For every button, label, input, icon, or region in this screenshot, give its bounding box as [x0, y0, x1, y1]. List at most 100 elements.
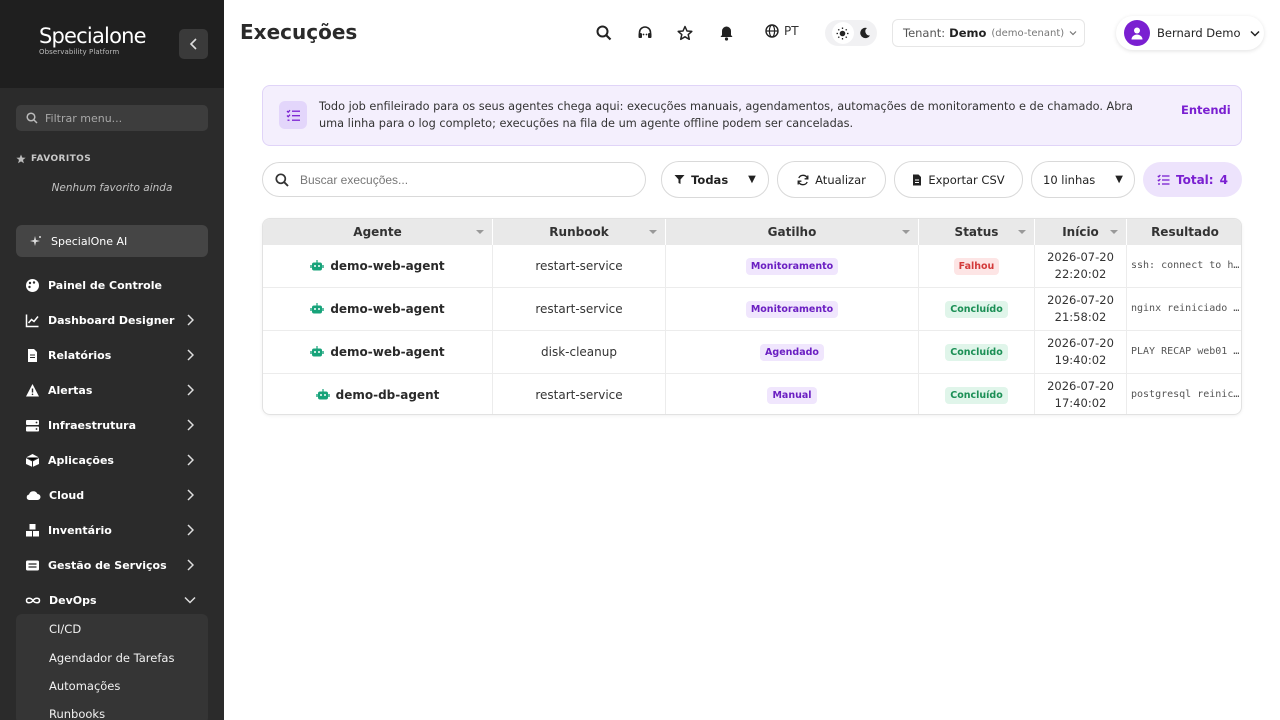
table-row[interactable]: demo-db-agent restart-service Manual Con… — [263, 374, 1241, 414]
chevron-right-icon — [187, 524, 194, 536]
robot-icon — [310, 346, 325, 357]
sort-caret-icon[interactable] — [649, 230, 657, 234]
caret-down-icon: ▼ — [748, 174, 756, 185]
tenant-id: (demo-tenant) — [991, 27, 1065, 39]
menu-filter-input[interactable]: Filtrar menu... — [16, 105, 208, 131]
sidebar-item-infraestrutura[interactable]: Infraestrutura — [0, 408, 224, 443]
globe-icon — [765, 24, 779, 38]
executions-search[interactable] — [262, 162, 646, 197]
start-date: 2026-07-20 — [1047, 336, 1114, 350]
sidebar-item-label: Aplicações — [48, 454, 114, 467]
chevron-right-icon — [187, 419, 194, 431]
sidebar-item-label: Dashboard Designer — [48, 314, 175, 327]
bell-icon — [720, 26, 732, 41]
language-selector[interactable]: PT — [765, 24, 799, 38]
status-cell: Falhou — [919, 245, 1035, 287]
search-icon — [26, 112, 38, 124]
tenant-selector[interactable]: Tenant: Demo (demo-tenant) — [892, 19, 1085, 47]
refresh-button[interactable]: Atualizar — [777, 161, 886, 198]
search-button[interactable] — [594, 23, 614, 43]
rows-label: 10 linhas — [1043, 172, 1096, 187]
notifications-button[interactable] — [716, 23, 736, 43]
info-banner: Todo job enfileirado para os seus agente… — [262, 85, 1242, 146]
theme-toggle[interactable] — [825, 20, 877, 46]
table-row[interactable]: demo-web-agent disk-cleanup Agendado Con… — [263, 331, 1241, 374]
sidebar-header: Specialone Observability Platform — [0, 0, 224, 88]
support-button[interactable] — [635, 23, 655, 43]
sidebar-item-label: Alertas — [48, 384, 93, 397]
sort-caret-icon[interactable] — [902, 230, 910, 234]
infinity-icon — [25, 597, 41, 604]
chevron-right-icon — [187, 489, 194, 501]
table-row[interactable]: demo-web-agent restart-service Monitoram… — [263, 288, 1241, 331]
sidebar-item-devops[interactable]: DevOps — [0, 583, 224, 618]
submenu-item-automacoes[interactable]: Automações — [49, 679, 120, 693]
dark-mode-button[interactable] — [859, 24, 871, 43]
column-header-trigger[interactable]: Gatilho — [666, 219, 919, 245]
light-mode-button[interactable] — [831, 22, 854, 44]
column-header-start[interactable]: Início — [1035, 219, 1127, 245]
boxes-icon — [26, 524, 39, 537]
sort-caret-icon[interactable] — [476, 230, 484, 234]
sidebar: Specialone Observability Platform Filtra… — [0, 0, 224, 720]
search-input[interactable] — [300, 172, 620, 187]
sidebar-item-gestao-servicos[interactable]: Gestão de Serviços — [0, 548, 224, 583]
start-date: 2026-07-20 — [1047, 379, 1114, 393]
chart-line-icon — [25, 314, 39, 328]
table-row[interactable]: demo-web-agent restart-service Monitoram… — [263, 245, 1241, 288]
cloud-icon — [26, 491, 41, 500]
column-header-status[interactable]: Status — [919, 219, 1035, 245]
sidebar-item-dashboard-designer[interactable]: Dashboard Designer — [0, 303, 224, 338]
export-csv-button[interactable]: Exportar CSV — [894, 161, 1023, 198]
page-title: Execuções — [240, 20, 358, 44]
total-count-badge: Total: 4 — [1143, 162, 1242, 197]
sidebar-item-cloud[interactable]: Cloud — [0, 478, 224, 513]
submenu-item-agendador[interactable]: Agendador de Tarefas — [49, 651, 174, 665]
headset-icon — [638, 26, 652, 38]
collapse-sidebar-button[interactable] — [179, 29, 208, 59]
filter-icon — [674, 175, 685, 184]
status-cell: Concluído — [919, 288, 1035, 330]
user-menu[interactable]: Bernard Demo — [1116, 16, 1264, 50]
sort-caret-icon[interactable] — [1018, 230, 1026, 234]
top-header: Execuções PT Tenant: Demo (demo-tenant) … — [224, 0, 1280, 66]
sidebar-nav: Painel de Controle Dashboard Designer Re… — [0, 268, 224, 618]
robot-icon — [315, 389, 330, 400]
agent-name: demo-web-agent — [330, 259, 445, 273]
status-filter-dropdown[interactable]: Todas ▼ — [661, 161, 769, 198]
submenu-item-runbooks[interactable]: Runbooks — [49, 707, 105, 720]
language-label: PT — [784, 24, 799, 38]
star-icon — [16, 154, 26, 164]
specialone-ai-button[interactable]: SpecialOne AI — [16, 225, 208, 257]
sidebar-item-alertas[interactable]: Alertas — [0, 373, 224, 408]
logo[interactable]: Specialone Observability Platform — [39, 26, 147, 56]
sidebar-item-label: Gestão de Serviços — [48, 559, 167, 572]
agent-cell: demo-db-agent — [263, 374, 493, 414]
warning-icon — [26, 384, 39, 397]
sidebar-item-painel[interactable]: Painel de Controle — [0, 268, 224, 303]
column-header-runbook[interactable]: Runbook — [493, 219, 666, 245]
robot-icon — [310, 303, 325, 314]
dismiss-banner-button[interactable]: Entendi — [1181, 103, 1231, 117]
start-time: 19:40:02 — [1054, 353, 1107, 367]
sidebar-item-label: DevOps — [49, 594, 97, 607]
column-label: Status — [954, 225, 999, 239]
sidebar-item-relatorios[interactable]: Relatórios — [0, 338, 224, 373]
column-header-result[interactable]: Resultado — [1127, 219, 1241, 245]
submenu-item-cicd[interactable]: CI/CD — [49, 622, 81, 636]
tenant-label: Tenant: — [903, 26, 946, 40]
sort-caret-icon[interactable] — [1110, 230, 1118, 234]
chevron-right-icon — [187, 314, 194, 326]
avatar — [1124, 20, 1150, 46]
sidebar-item-label: Painel de Controle — [48, 279, 162, 292]
sidebar-item-inventario[interactable]: Inventário — [0, 513, 224, 548]
favorite-button[interactable] — [675, 23, 695, 43]
rows-per-page-dropdown[interactable]: 10 linhas ▼ — [1031, 161, 1135, 198]
devops-submenu: CI/CD Agendador de Tarefas Automações Ru… — [16, 614, 208, 720]
trigger-badge: Agendado — [760, 343, 824, 361]
sidebar-item-aplicacoes[interactable]: Aplicações — [0, 443, 224, 478]
user-name: Bernard Demo — [1157, 26, 1241, 40]
chevron-right-icon — [187, 384, 194, 396]
column-header-agent[interactable]: Agente — [263, 219, 493, 245]
refresh-label: Atualizar — [815, 172, 866, 187]
